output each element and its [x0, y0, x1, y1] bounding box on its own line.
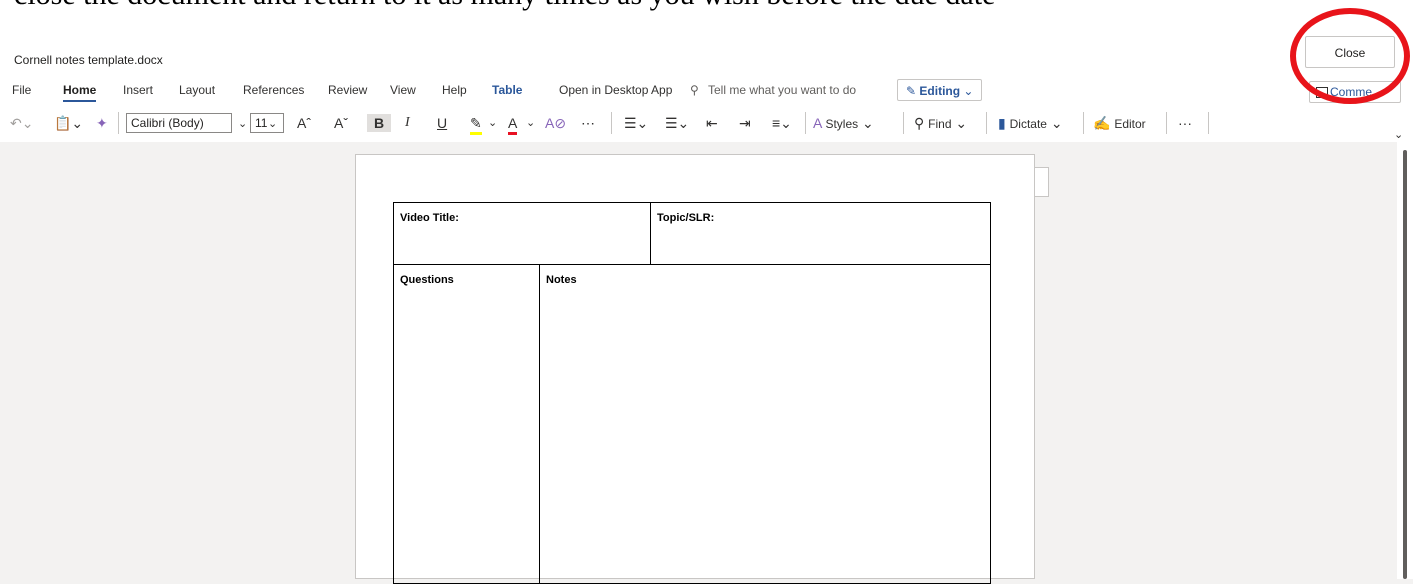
editing-label: Editing — [919, 84, 961, 98]
styles-icon: A — [813, 115, 822, 131]
comments-label: Comme — [1330, 85, 1373, 99]
questions-cell[interactable]: Questions — [393, 264, 540, 584]
numbering-icon[interactable]: ☰⌄ — [665, 114, 689, 132]
topic-cell[interactable]: Topic/SLR: — [650, 202, 991, 265]
video-title-cell[interactable]: Video Title: — [393, 202, 651, 265]
dictate-label: Dictate — [1009, 117, 1047, 131]
editing-mode-dropdown[interactable]: ✎ Editing ⌄ — [897, 79, 983, 101]
underline-icon[interactable]: U — [437, 114, 447, 132]
notes-cell[interactable]: Notes — [539, 264, 991, 584]
divider — [1208, 112, 1209, 134]
questions-label: Questions — [400, 274, 454, 286]
close-button[interactable]: Close — [1305, 36, 1395, 68]
pencil-icon: ✎ — [906, 84, 917, 98]
divider — [805, 112, 806, 134]
ribbon-tabs: File Home Insert Layout References Revie… — [0, 78, 1413, 104]
comments-button[interactable]: Comme — [1309, 81, 1401, 103]
scrollbar-thumb[interactable] — [1403, 150, 1407, 579]
font-chevron-icon: ⌄ — [238, 118, 248, 130]
tab-insert[interactable]: Insert — [123, 83, 153, 97]
bullets-icon[interactable]: ☰⌄ — [624, 114, 648, 132]
shrink-font-icon[interactable]: Aˇ — [334, 114, 348, 132]
size-chevron-icon: ⌄ — [268, 118, 278, 130]
more-options-button[interactable]: ··· — [1178, 114, 1192, 132]
tab-review[interactable]: Review — [328, 83, 367, 97]
styles-button[interactable]: A Styles ⌄ — [813, 114, 874, 133]
tab-help[interactable]: Help — [442, 83, 467, 97]
more-font-icon[interactable]: ⋯ — [581, 114, 595, 132]
title-bar: Cornell notes template.docx — [0, 40, 1413, 78]
format-painter-icon[interactable]: ✦ — [96, 114, 108, 132]
clear-format-icon[interactable]: A⊘ — [545, 114, 566, 132]
increase-indent-icon[interactable]: ⇥ — [739, 114, 751, 132]
open-desktop-app-link[interactable]: Open in Desktop App — [559, 83, 672, 97]
microphone-icon: ▮ — [998, 115, 1006, 131]
decrease-indent-icon[interactable]: ⇤ — [706, 114, 718, 132]
video-title-label: Video Title: — [400, 212, 459, 224]
paste-icon[interactable]: 📋⌄ — [54, 114, 83, 132]
divider — [1166, 112, 1167, 134]
tab-references[interactable]: References — [243, 83, 304, 97]
divider — [986, 112, 987, 134]
tab-file[interactable]: File — [12, 83, 31, 97]
tab-table[interactable]: Table — [492, 83, 522, 97]
font-color-icon[interactable]: A — [508, 114, 518, 135]
find-button[interactable]: ⚲ Find ⌄ — [914, 114, 967, 133]
divider — [118, 112, 119, 134]
find-label: Find — [928, 117, 952, 131]
chevron-down-icon[interactable]: ⌄ — [526, 114, 535, 132]
page-side-tab — [1035, 167, 1049, 197]
comment-icon — [1316, 87, 1328, 98]
chevron-down-icon: ⌄ — [963, 84, 974, 98]
divider — [1083, 112, 1084, 134]
styles-label: Styles — [825, 117, 859, 131]
caption-text: close the document and return to it as m… — [14, 0, 995, 12]
notes-label: Notes — [546, 274, 577, 286]
document-page[interactable]: Video Title: Topic/SLR: Questions Notes — [355, 154, 1035, 584]
highlight-icon[interactable]: ✎ — [470, 114, 482, 135]
editor-label: Editor — [1114, 117, 1146, 131]
tab-layout[interactable]: Layout — [179, 83, 215, 97]
dictate-button[interactable]: ▮ Dictate ⌄ — [998, 114, 1063, 133]
divider — [903, 112, 904, 134]
grow-font-icon[interactable]: Aˆ — [297, 114, 311, 132]
topic-label: Topic/SLR: — [657, 212, 715, 224]
editor-pen-icon: ✍ — [1093, 115, 1111, 131]
tab-view[interactable]: View — [390, 83, 416, 97]
undo-icon[interactable]: ↶⌄ — [10, 114, 33, 132]
chevron-down-icon[interactable]: ⌄ — [488, 114, 497, 132]
bold-icon[interactable]: B — [367, 114, 392, 132]
home-toolbar: ↶⌄ 📋⌄ ✦ Calibri (Body) ⌄ 11 ⌄ Aˆ Aˇ B I … — [0, 104, 1413, 143]
divider — [611, 112, 612, 134]
tell-me-search[interactable]: Tell me what you want to do — [708, 83, 856, 97]
align-icon[interactable]: ≡⌄ — [772, 114, 792, 132]
lightbulb-icon: ⚲ — [690, 83, 699, 97]
document-name: Cornell notes template.docx — [14, 53, 163, 67]
editor-button[interactable]: ✍ Editor — [1093, 114, 1146, 133]
font-size-select[interactable]: 11 — [250, 113, 284, 133]
tab-home[interactable]: Home — [63, 83, 97, 102]
italic-icon[interactable]: I — [405, 114, 410, 132]
search-icon: ⚲ — [914, 115, 925, 131]
font-family-select[interactable]: Calibri (Body) — [126, 113, 232, 133]
font-size-value: 11 — [255, 116, 268, 130]
font-family-value: Calibri (Body) — [131, 116, 204, 130]
